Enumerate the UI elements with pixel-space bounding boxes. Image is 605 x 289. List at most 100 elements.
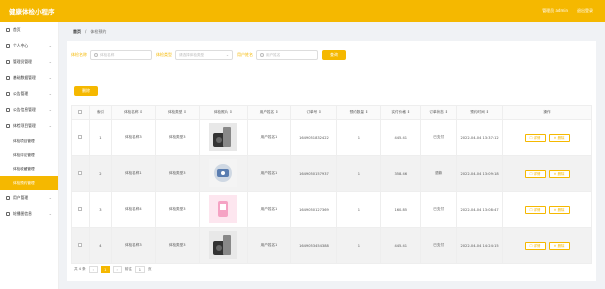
prev-page-button[interactable]: ‹ <box>88 266 98 273</box>
delete-button[interactable]: ✕ 删除 <box>548 205 570 214</box>
sidebar-item-exam[interactable]: 体检项目管理 ⌄ <box>0 118 58 134</box>
cell-user: 用户姓名1 <box>246 191 292 228</box>
cell-type: 体检类型3 <box>154 155 200 192</box>
header-qty[interactable]: 预约数量 ⇕ <box>336 105 382 120</box>
logout-link[interactable]: 退出登录 <box>577 8 593 14</box>
header-user[interactable]: 用户姓名 ⇕ <box>246 105 292 120</box>
exam-photo <box>209 195 238 223</box>
chevron-down-icon: ⌄ <box>48 59 52 64</box>
chevron-down-icon: ⌄ <box>48 107 52 112</box>
filter-type-select[interactable]: 请选择体检类型 ⌄ <box>175 50 233 60</box>
table-row: 4 体检名称3 体检类型3 用户姓名1 1649053454388 1 445.… <box>71 227 592 264</box>
cell-name: 体检名称3 <box>110 119 156 156</box>
sidebar-sub-exam-comments[interactable]: 体检评论管理 <box>0 148 58 162</box>
cell-qty: 1 <box>336 191 382 228</box>
sidebar-sub-exam-booking[interactable]: 体检预约管理 <box>0 176 58 190</box>
cell-type: 体检类型3 <box>154 227 200 264</box>
detail-button[interactable]: ☐ 详情 <box>524 241 546 250</box>
cell-time: 2022-04-04 13:08:47 <box>456 191 504 228</box>
header-name[interactable]: 体检名称 ⇕ <box>110 105 156 120</box>
content-card: 体检名称 体检名称 体检类型 请选择体检类型 ⌄ 用户姓名 用户姓名 查询 删除 … <box>67 41 596 281</box>
filter-type-label: 体检类型 <box>156 52 172 57</box>
cell-time: 2022-04-04 13:37:12 <box>456 119 504 156</box>
sidebar-item-basedata[interactable]: 基础数据管理 ⌄ <box>0 70 58 86</box>
cell-price: 445.41 <box>380 227 422 264</box>
header-type[interactable]: 体检类型 ⇕ <box>154 105 200 120</box>
delete-button[interactable]: ✕ 删除 <box>548 169 570 178</box>
image-icon <box>6 212 10 216</box>
header-order[interactable]: 订单号 ⇕ <box>290 105 338 120</box>
filter-user-label: 用户姓名 <box>237 52 253 57</box>
row-checkbox[interactable] <box>78 243 83 247</box>
cell-order: 1649053454388 <box>290 227 338 264</box>
cell-time: 2022-04-04 13:09:18 <box>456 155 504 192</box>
detail-button[interactable]: ☐ 详情 <box>524 169 546 178</box>
sidebar-item-users[interactable]: 用户管理 ⌄ <box>0 190 58 206</box>
sidebar-item-admin[interactable]: 管理员管理 ⌄ <box>0 54 58 70</box>
page-unit: 页 <box>147 267 152 271</box>
header-actions: 操作 <box>502 105 592 120</box>
total-count: 共 4 条 <box>74 267 86 271</box>
cell-index: 3 <box>88 191 112 228</box>
filter-name-label: 体检名称 <box>71 52 87 57</box>
breadcrumb-home[interactable]: 首页 <box>73 29 81 35</box>
cell-time: 2022-04-04 14:24:15 <box>456 227 504 264</box>
search-icon <box>94 53 98 57</box>
admin-label[interactable]: 管理员 admin <box>542 8 568 14</box>
select-all-checkbox[interactable] <box>78 110 83 114</box>
search-button[interactable]: 查询 <box>322 50 346 60</box>
filter-name-input[interactable]: 体检名称 <box>90 50 152 60</box>
cell-qty: 1 <box>336 227 382 264</box>
sidebar-item-carousel[interactable]: 轮播图信息 ⌄ <box>0 206 58 222</box>
cell-price: 160.85 <box>380 191 422 228</box>
sidebar-item-notice-info[interactable]: 公告信息管理 ⌄ <box>0 102 58 118</box>
cell-user: 用户姓名1 <box>246 227 292 264</box>
user-icon <box>6 44 10 48</box>
header-status[interactable]: 订单状态 ⇕ <box>420 105 458 120</box>
row-checkbox[interactable] <box>78 171 83 175</box>
cell-status: 已支付 <box>420 119 458 156</box>
home-icon <box>6 28 10 32</box>
header-index: 索引 <box>88 105 112 120</box>
cell-qty: 1 <box>336 119 382 156</box>
cell-index: 1 <box>88 119 112 156</box>
users-icon <box>6 196 10 200</box>
sidebar-item-profile[interactable]: 个人中心 ⌄ <box>0 38 58 54</box>
row-checkbox[interactable] <box>78 207 83 211</box>
delete-button[interactable]: ✕ 删除 <box>548 133 570 142</box>
chevron-down-icon: ⌄ <box>48 91 52 96</box>
delete-button[interactable]: ✕ 删除 <box>548 241 570 250</box>
header-select[interactable] <box>71 105 90 120</box>
header-photo[interactable]: 体检照片 ⇕ <box>198 105 248 120</box>
search-icon <box>260 53 264 57</box>
header-time[interactable]: 预约时间 ⇕ <box>456 105 504 120</box>
header-price[interactable]: 实付价格 ⇕ <box>380 105 422 120</box>
table-row: 1 体检名称3 体检类型3 用户姓名1 1649051832422 1 445.… <box>71 119 592 156</box>
exam-photo <box>209 159 238 187</box>
pagination: 共 4 条 ‹ 1 › 前往 1 页 <box>74 266 152 273</box>
cell-index: 2 <box>88 155 112 192</box>
chevron-down-icon: ⌄ <box>48 43 52 48</box>
filter-user-input[interactable]: 用户姓名 <box>256 50 318 60</box>
sidebar-item-notice[interactable]: 公告管理 ⌄ <box>0 86 58 102</box>
goto-page-input[interactable]: 1 <box>134 266 145 273</box>
chevron-up-icon: ⌄ <box>48 123 52 128</box>
chevron-down-icon: ⌄ <box>225 53 229 57</box>
table-row: 3 体检名称4 体检类型3 用户姓名1 1649050127369 1 160.… <box>71 191 592 228</box>
sidebar-sub-exam-favorites[interactable]: 体检收藏管理 <box>0 162 58 176</box>
detail-button[interactable]: ☐ 详情 <box>524 133 546 142</box>
breadcrumb: 首页 / 体检预约 <box>73 29 106 35</box>
next-page-button[interactable]: › <box>112 266 122 273</box>
cell-status: 退款 <box>420 155 458 192</box>
detail-button[interactable]: ☐ 详情 <box>524 205 546 214</box>
batch-delete-button[interactable]: 删除 <box>74 86 98 96</box>
database-icon <box>6 76 10 80</box>
filter-bar: 体检名称 体检名称 体检类型 请选择体检类型 ⌄ 用户姓名 用户姓名 查询 <box>71 50 346 60</box>
page-1-button[interactable]: 1 <box>100 266 110 273</box>
row-checkbox[interactable] <box>78 135 83 139</box>
sidebar-item-home[interactable]: 首页 <box>0 22 58 38</box>
clipboard-icon <box>6 124 10 128</box>
goto-label: 前往 <box>124 267 132 271</box>
info-icon <box>6 108 10 112</box>
sidebar-sub-exam-items[interactable]: 体检项目管理 <box>0 134 58 148</box>
